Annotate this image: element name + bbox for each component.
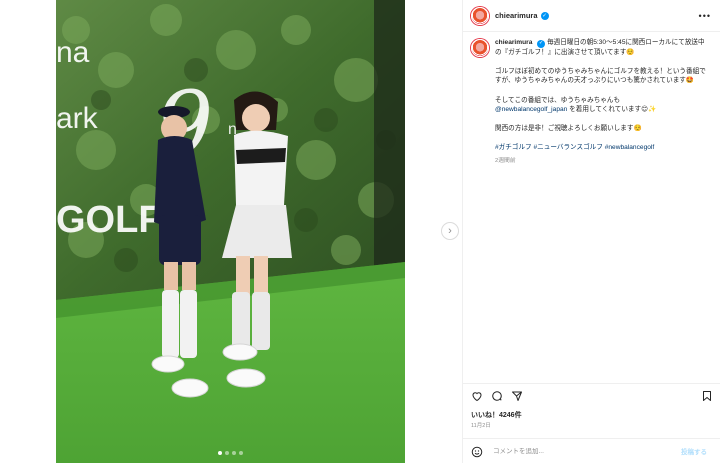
caption-timestamp: 2週間前 — [495, 158, 516, 165]
post-caption: chiearimura ✓ 毎週日曜日の朝5:30〜5:45に関西ローカルにて放… — [471, 38, 715, 167]
like-count[interactable]: いいね！4246件 — [471, 410, 522, 420]
carousel-dot — [218, 451, 222, 455]
post-photo[interactable]: na ark 9 n GOLF — [56, 0, 405, 463]
bookmark-icon[interactable] — [701, 390, 713, 402]
photo-illustration: na ark 9 n GOLF — [56, 0, 405, 463]
comment-input[interactable] — [493, 447, 663, 455]
emoji-icon[interactable] — [471, 445, 483, 458]
wall-text-line2: ark — [56, 102, 99, 135]
action-bar — [463, 383, 720, 407]
carousel-dots — [56, 451, 405, 455]
carousel-next-button[interactable]: › — [441, 222, 459, 240]
left-gutter — [0, 0, 56, 463]
verified-badge-icon: ✓ — [537, 39, 546, 48]
carousel-dot — [239, 451, 243, 455]
caption-body: chiearimura ✓ 毎週日曜日の朝5:30〜5:45に関西ローカルにて放… — [495, 38, 709, 167]
caption-paragraph-4: 関西の方は是非！ご視聴よろしくお願いします☺️ — [495, 125, 642, 133]
comment-bar: 投稿する — [463, 438, 720, 463]
caption-paragraph-3b: を着用してくれています😊✨ — [567, 106, 657, 114]
caption-avatar[interactable] — [471, 39, 489, 57]
like-heart-icon[interactable] — [471, 390, 483, 402]
caption-username[interactable]: chiearimura — [495, 39, 532, 46]
author-username[interactable]: chiearimura — [495, 11, 538, 20]
post-header: chiearimura ✓ ••• — [463, 0, 720, 32]
more-options-icon[interactable]: ••• — [699, 11, 711, 21]
wall-text-line3: GOLF — [56, 199, 162, 241]
post-comment-button[interactable]: 投稿する — [681, 446, 707, 456]
verified-badge-icon: ✓ — [540, 11, 549, 20]
caption-paragraph-3a: そしてこの番組では、ゆうちゃみちゃんも — [495, 96, 621, 104]
caption-hashtags[interactable]: #ガチゴルフ #ニューバランスゴルフ #newbalancegolf — [495, 143, 709, 153]
avatar[interactable] — [471, 6, 489, 25]
caption-paragraph-2: ゴルフほぼ初めてのゆうちゃみちゃんにゴルフを教える！という番組ですが、ゆうちゃみ… — [495, 67, 706, 85]
post-side-panel: chiearimura ✓ ••• chiearimura ✓ 毎週日曜日の朝5… — [462, 0, 720, 463]
comment-icon[interactable] — [491, 390, 503, 402]
post-date: 11月2日 — [471, 423, 491, 429]
carousel-dot — [225, 451, 229, 455]
caption-mention-link[interactable]: @newbalancegolf_japan — [495, 106, 567, 113]
carousel-dot — [232, 451, 236, 455]
wall-text-line1: na — [56, 36, 90, 69]
share-icon[interactable] — [511, 390, 523, 402]
